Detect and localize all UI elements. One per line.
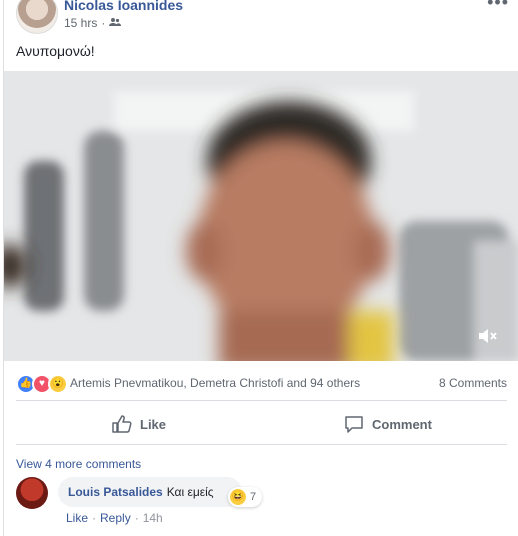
divider xyxy=(16,400,507,401)
comment-label: Comment xyxy=(372,416,432,432)
muted-speaker-icon[interactable] xyxy=(477,327,503,349)
comment-reply-link[interactable]: Reply xyxy=(100,511,131,525)
comment-reaction-count: 7 xyxy=(250,491,257,503)
comment-reactions[interactable]: 😆 7 xyxy=(228,487,263,507)
commenter-avatar[interactable] xyxy=(16,477,48,509)
thumbs-up-icon xyxy=(112,415,132,433)
comment-like-link[interactable]: Like xyxy=(66,511,88,525)
comment-actions: Like · Reply · 14h xyxy=(66,511,163,525)
comment-text: Και εμείς xyxy=(166,485,214,499)
reactions-summary: 👍 ♥ 😮 Artemis Pnevmatikou, Demetra Chris… xyxy=(4,364,518,400)
comment-bubble: Louis Patsalides Και εμείς xyxy=(58,477,242,507)
haha-reaction-icon: 😆 xyxy=(230,489,246,505)
like-button[interactable]: Like xyxy=(112,408,166,440)
friends-icon[interactable] xyxy=(109,16,122,30)
reaction-icons[interactable]: 👍 ♥ 😮 xyxy=(16,374,68,394)
comments-count[interactable]: 8 Comments xyxy=(439,376,507,390)
like-label: Like xyxy=(140,416,167,432)
post-meta: 15 hrs · xyxy=(64,16,122,30)
meta-separator: · xyxy=(101,16,106,30)
wow-reaction-icon: 😮 xyxy=(48,374,68,394)
author-avatar[interactable] xyxy=(16,0,58,34)
separator: · xyxy=(92,511,97,525)
comment-bubble-icon xyxy=(344,415,364,433)
divider xyxy=(16,444,507,445)
more-options-icon[interactable]: ••• xyxy=(487,0,509,13)
post-video[interactable] xyxy=(4,71,518,361)
feed-post: Nicolas Ioannides 15 hrs · ••• Ανυπομονώ… xyxy=(3,0,518,536)
separator: · xyxy=(134,511,139,525)
reactors-list[interactable]: Artemis Pnevmatikou, Demetra Christofi a… xyxy=(70,376,360,390)
view-more-comments-link[interactable]: View 4 more comments xyxy=(16,457,141,471)
post-header: Nicolas Ioannides 15 hrs · ••• xyxy=(4,0,518,40)
commenter-name[interactable]: Louis Patsalides xyxy=(68,485,163,499)
post-text: Ανυπομονώ! xyxy=(16,43,95,59)
post-time[interactable]: 15 hrs xyxy=(64,16,97,30)
video-frame xyxy=(4,71,518,361)
comment-time[interactable]: 14h xyxy=(143,511,163,525)
author-name[interactable]: Nicolas Ioannides xyxy=(64,0,183,13)
comment-button[interactable]: Comment xyxy=(344,408,432,440)
